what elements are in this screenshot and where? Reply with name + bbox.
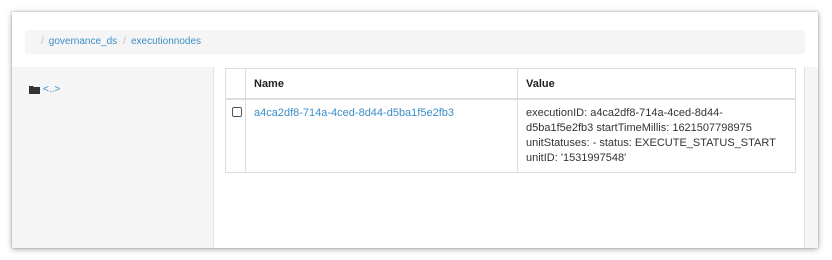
name-column-header: Name <box>245 68 518 100</box>
breadcrumb-separator: / <box>41 36 44 47</box>
breadcrumb-item-governance-ds[interactable]: governance_ds <box>49 36 117 47</box>
node-name-link[interactable]: a4ca2df8-714a-4ced-8d44-d5ba1f5e2fb3 <box>254 107 454 119</box>
table-row: a4ca2df8-714a-4ced-8d44-d5ba1f5e2fb3 exe… <box>225 98 796 173</box>
value-column-header: Value <box>517 68 796 100</box>
name-cell: a4ca2df8-714a-4ced-8d44-d5ba1f5e2fb3 <box>245 98 518 173</box>
row-checkbox[interactable] <box>232 106 242 117</box>
sidebar: <..> <box>12 67 214 248</box>
row-select-cell <box>225 98 246 173</box>
parent-directory-label: <..> <box>43 84 61 95</box>
breadcrumb-item-executionnodes[interactable]: executionnodes <box>131 36 201 47</box>
app-window: / governance_ds / executionnodes <..> Name … <box>12 12 818 248</box>
node-value-text: executionID: a4ca2df8-714a-4ced-8d44-d5b… <box>526 106 776 164</box>
parent-directory-link[interactable]: <..> <box>29 84 60 95</box>
value-cell: executionID: a4ca2df8-714a-4ced-8d44-d5b… <box>517 98 796 173</box>
right-panel-edge <box>804 67 818 248</box>
table-header-row: Name Value <box>225 68 796 100</box>
folder-icon <box>29 85 40 94</box>
nodes-table: Name Value a4ca2df8-714a-4ced-8d44-d5ba1… <box>225 68 796 173</box>
select-column-header <box>225 68 246 100</box>
breadcrumb-separator: / <box>123 36 126 47</box>
breadcrumb: / governance_ds / executionnodes <box>25 30 805 54</box>
